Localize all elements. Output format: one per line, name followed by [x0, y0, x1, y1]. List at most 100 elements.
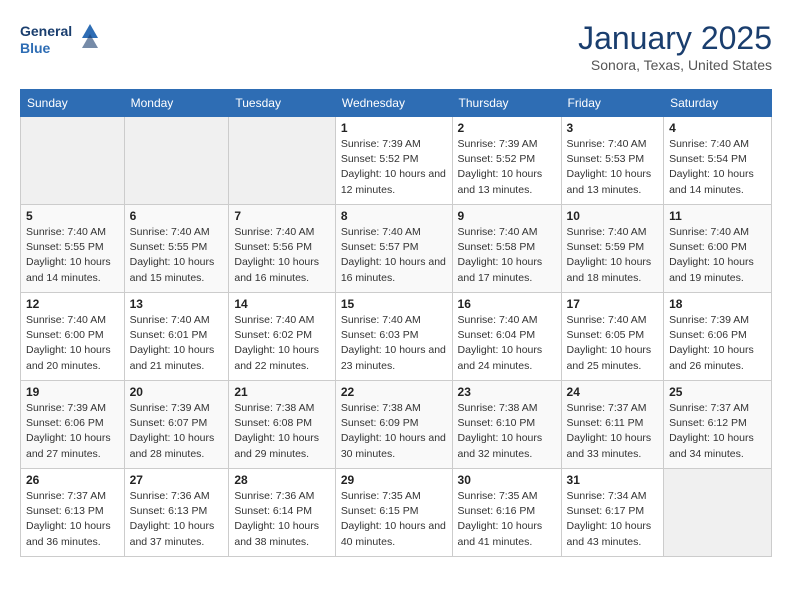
day-number: 18: [669, 297, 766, 311]
day-number: 6: [130, 209, 224, 223]
day-info: Sunrise: 7:38 AMSunset: 6:08 PMDaylight:…: [234, 401, 329, 462]
day-info: Sunrise: 7:39 AMSunset: 5:52 PMDaylight:…: [341, 137, 447, 198]
week-row-2: 5 Sunrise: 7:40 AMSunset: 5:55 PMDaylight…: [21, 205, 772, 293]
day-info: Sunrise: 7:39 AMSunset: 5:52 PMDaylight:…: [458, 137, 556, 198]
calendar-cell: 12 Sunrise: 7:40 AMSunset: 6:00 PMDayligh…: [21, 293, 125, 381]
day-info: Sunrise: 7:40 AMSunset: 5:55 PMDaylight:…: [26, 225, 119, 286]
calendar-cell: [21, 117, 125, 205]
day-info: Sunrise: 7:36 AMSunset: 6:14 PMDaylight:…: [234, 489, 329, 550]
day-info: Sunrise: 7:37 AMSunset: 6:13 PMDaylight:…: [26, 489, 119, 550]
day-number: 23: [458, 385, 556, 399]
logo-icon: General Blue: [20, 20, 100, 62]
calendar-cell: 19Sunrise: 7:39 AMSunset: 6:06 PMDayligh…: [21, 381, 125, 469]
calendar-cell: 31 Sunrise: 7:34 AMSunset: 6:17 PMDayligh…: [561, 469, 664, 557]
calendar-cell: 10Sunrise: 7:40 AMSunset: 5:59 PMDayligh…: [561, 205, 664, 293]
day-number: 27: [130, 473, 224, 487]
calendar-cell: 8 Sunrise: 7:40 AMSunset: 5:57 PMDaylight…: [335, 205, 452, 293]
calendar-cell: 2 Sunrise: 7:39 AMSunset: 5:52 PMDaylight…: [452, 117, 561, 205]
week-row-3: 12 Sunrise: 7:40 AMSunset: 6:00 PMDayligh…: [21, 293, 772, 381]
day-number: 5: [26, 209, 119, 223]
day-number: 28: [234, 473, 329, 487]
day-info: Sunrise: 7:39 AMSunset: 6:06 PMDaylight:…: [26, 401, 119, 462]
calendar-cell: 14Sunrise: 7:40 AMSunset: 6:02 PMDayligh…: [229, 293, 335, 381]
day-info: Sunrise: 7:40 AMSunset: 6:04 PMDaylight:…: [458, 313, 556, 374]
day-number: 12: [26, 297, 119, 311]
calendar-cell: [664, 469, 772, 557]
day-info: Sunrise: 7:40 AMSunset: 5:54 PMDaylight:…: [669, 137, 766, 198]
day-number: 30: [458, 473, 556, 487]
week-row-4: 19Sunrise: 7:39 AMSunset: 6:06 PMDayligh…: [21, 381, 772, 469]
calendar-cell: 22 Sunrise: 7:38 AMSunset: 6:09 PMDayligh…: [335, 381, 452, 469]
day-number: 4: [669, 121, 766, 135]
calendar-cell: [229, 117, 335, 205]
day-number: 8: [341, 209, 447, 223]
day-info: Sunrise: 7:35 AMSunset: 6:16 PMDaylight:…: [458, 489, 556, 550]
day-info: Sunrise: 7:40 AMSunset: 5:53 PMDaylight:…: [567, 137, 659, 198]
calendar-cell: 18 Sunrise: 7:39 AMSunset: 6:06 PMDayligh…: [664, 293, 772, 381]
day-info: Sunrise: 7:37 AMSunset: 6:11 PMDaylight:…: [567, 401, 659, 462]
day-number: 31: [567, 473, 659, 487]
calendar-cell: 24 Sunrise: 7:37 AMSunset: 6:11 PMDayligh…: [561, 381, 664, 469]
calendar-cell: 5 Sunrise: 7:40 AMSunset: 5:55 PMDaylight…: [21, 205, 125, 293]
week-row-5: 26Sunrise: 7:37 AMSunset: 6:13 PMDayligh…: [21, 469, 772, 557]
day-info: Sunrise: 7:39 AMSunset: 6:06 PMDaylight:…: [669, 313, 766, 374]
day-number: 22: [341, 385, 447, 399]
calendar-cell: 16 Sunrise: 7:40 AMSunset: 6:04 PMDayligh…: [452, 293, 561, 381]
day-number: 1: [341, 121, 447, 135]
day-info: Sunrise: 7:40 AMSunset: 5:57 PMDaylight:…: [341, 225, 447, 286]
day-header-tuesday: Tuesday: [229, 90, 335, 117]
week-row-1: 1 Sunrise: 7:39 AMSunset: 5:52 PMDaylight…: [21, 117, 772, 205]
day-number: 15: [341, 297, 447, 311]
day-header-thursday: Thursday: [452, 90, 561, 117]
day-number: 7: [234, 209, 329, 223]
calendar-cell: 1 Sunrise: 7:39 AMSunset: 5:52 PMDaylight…: [335, 117, 452, 205]
calendar-cell: 28 Sunrise: 7:36 AMSunset: 6:14 PMDayligh…: [229, 469, 335, 557]
day-header-sunday: Sunday: [21, 90, 125, 117]
day-info: Sunrise: 7:36 AMSunset: 6:13 PMDaylight:…: [130, 489, 224, 550]
day-info: Sunrise: 7:40 AMSunset: 5:56 PMDaylight:…: [234, 225, 329, 286]
day-info: Sunrise: 7:38 AMSunset: 6:09 PMDaylight:…: [341, 401, 447, 462]
calendar-cell: 9 Sunrise: 7:40 AMSunset: 5:58 PMDaylight…: [452, 205, 561, 293]
day-number: 16: [458, 297, 556, 311]
calendar-cell: [124, 117, 229, 205]
day-info: Sunrise: 7:38 AMSunset: 6:10 PMDaylight:…: [458, 401, 556, 462]
calendar-cell: 7 Sunrise: 7:40 AMSunset: 5:56 PMDaylight…: [229, 205, 335, 293]
calendar-title: January 2025: [578, 20, 772, 57]
calendar-cell: 4 Sunrise: 7:40 AMSunset: 5:54 PMDaylight…: [664, 117, 772, 205]
title-block: January 2025 Sonora, Texas, United State…: [578, 20, 772, 73]
calendar-cell: 21 Sunrise: 7:38 AMSunset: 6:08 PMDayligh…: [229, 381, 335, 469]
svg-text:Blue: Blue: [20, 40, 51, 56]
calendar-cell: 23 Sunrise: 7:38 AMSunset: 6:10 PMDayligh…: [452, 381, 561, 469]
calendar-cell: 17 Sunrise: 7:40 AMSunset: 6:05 PMDayligh…: [561, 293, 664, 381]
day-info: Sunrise: 7:40 AMSunset: 6:05 PMDaylight:…: [567, 313, 659, 374]
day-info: Sunrise: 7:40 AMSunset: 6:01 PMDaylight:…: [130, 313, 224, 374]
day-number: 17: [567, 297, 659, 311]
calendar-cell: 29Sunrise: 7:35 AMSunset: 6:15 PMDayligh…: [335, 469, 452, 557]
day-info: Sunrise: 7:40 AMSunset: 5:58 PMDaylight:…: [458, 225, 556, 286]
day-info: Sunrise: 7:39 AMSunset: 6:07 PMDaylight:…: [130, 401, 224, 462]
day-number: 21: [234, 385, 329, 399]
page-header: General Blue January 2025 Sonora, Texas,…: [20, 20, 772, 73]
day-number: 24: [567, 385, 659, 399]
day-info: Sunrise: 7:34 AMSunset: 6:17 PMDaylight:…: [567, 489, 659, 550]
calendar-subtitle: Sonora, Texas, United States: [578, 57, 772, 73]
calendar-cell: 20Sunrise: 7:39 AMSunset: 6:07 PMDayligh…: [124, 381, 229, 469]
day-number: 9: [458, 209, 556, 223]
day-number: 14: [234, 297, 329, 311]
day-info: Sunrise: 7:37 AMSunset: 6:12 PMDaylight:…: [669, 401, 766, 462]
day-info: Sunrise: 7:40 AMSunset: 5:55 PMDaylight:…: [130, 225, 224, 286]
calendar-cell: 6 Sunrise: 7:40 AMSunset: 5:55 PMDaylight…: [124, 205, 229, 293]
day-info: Sunrise: 7:40 AMSunset: 6:00 PMDaylight:…: [669, 225, 766, 286]
day-number: 10: [567, 209, 659, 223]
day-info: Sunrise: 7:40 AMSunset: 6:00 PMDaylight:…: [26, 313, 119, 374]
calendar-cell: 15Sunrise: 7:40 AMSunset: 6:03 PMDayligh…: [335, 293, 452, 381]
calendar-cell: 26Sunrise: 7:37 AMSunset: 6:13 PMDayligh…: [21, 469, 125, 557]
calendar-cell: 11 Sunrise: 7:40 AMSunset: 6:00 PMDayligh…: [664, 205, 772, 293]
day-info: Sunrise: 7:35 AMSunset: 6:15 PMDaylight:…: [341, 489, 447, 550]
svg-text:General: General: [20, 23, 72, 39]
calendar-cell: 27 Sunrise: 7:36 AMSunset: 6:13 PMDayligh…: [124, 469, 229, 557]
day-header-wednesday: Wednesday: [335, 90, 452, 117]
day-number: 2: [458, 121, 556, 135]
calendar-cell: 3Sunrise: 7:40 AMSunset: 5:53 PMDaylight…: [561, 117, 664, 205]
day-number: 11: [669, 209, 766, 223]
